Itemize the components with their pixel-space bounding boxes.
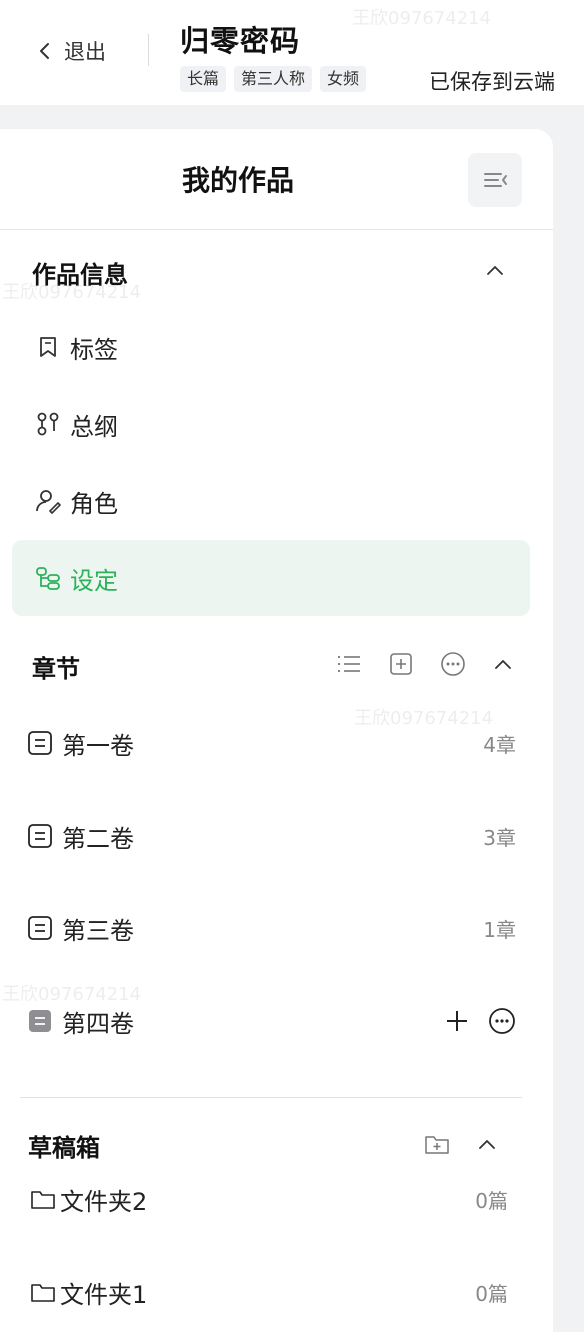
folder-name: 文件夹1 <box>60 1280 148 1309</box>
folder-add-icon <box>425 1136 449 1154</box>
more-circle-icon <box>489 1008 515 1034</box>
info-item-outline[interactable]: 总纲 <box>34 404 118 444</box>
folder-item-count: 0篇 <box>475 1281 508 1306</box>
save-status: 已保存到云端 <box>429 70 555 94</box>
chapters-more-button[interactable] <box>440 651 466 677</box>
info-item-label: 标签 <box>70 335 118 364</box>
volume-name: 第三卷 <box>62 916 134 945</box>
bookmark-icon <box>40 337 56 357</box>
list-view-button[interactable] <box>336 651 362 677</box>
volume-icon <box>26 822 54 850</box>
info-item-label: 角色 <box>70 489 118 518</box>
draft-folder-item[interactable]: 文件夹1 0篇 <box>30 1272 508 1312</box>
volume-icon <box>26 729 54 757</box>
list-icon <box>338 656 360 672</box>
info-item-label: 总纲 <box>70 412 118 441</box>
volume-icon <box>26 1007 54 1035</box>
volume-chapter-count: 1章 <box>483 917 516 942</box>
info-item-settings[interactable]: 设定 <box>12 540 530 616</box>
add-box-icon <box>390 653 412 675</box>
settings-tree-icon <box>36 567 60 590</box>
book-title: 归零密码 <box>180 24 301 58</box>
volume-item[interactable]: 第一卷 4章 <box>26 723 516 763</box>
folder-icon <box>31 1191 55 1209</box>
more-circle-icon <box>441 652 465 676</box>
folder-name: 文件夹2 <box>60 1187 148 1216</box>
info-item-tags[interactable]: 标签 <box>34 327 118 367</box>
add-folder-button[interactable] <box>424 1131 450 1157</box>
volume-icon <box>26 914 54 942</box>
folder-icon <box>31 1284 55 1302</box>
book-tags: 长篇 第三人称 女频 <box>180 66 367 92</box>
add-chapter-button[interactable] <box>444 1008 470 1034</box>
chapters-toolbar <box>336 651 514 677</box>
draft-folder-item[interactable]: 文件夹2 0篇 <box>30 1179 508 1219</box>
collapse-panel-button[interactable] <box>468 153 522 207</box>
info-item-characters[interactable]: 角色 <box>34 481 118 521</box>
add-volume-button[interactable] <box>388 651 414 677</box>
plus-icon <box>447 1011 467 1031</box>
exit-label: 退出 <box>64 40 106 64</box>
chapters-title: 章节 <box>32 655 80 683</box>
volume-name: 第一卷 <box>62 731 134 760</box>
works-panel: 我的作品 作品信息 标签 总纲 角色 设定 章节 第一卷 4章 第二卷 3章 第… <box>0 129 553 1332</box>
tag-length: 长篇 <box>180 66 227 92</box>
panel-title: 我的作品 <box>181 164 294 197</box>
volume-item[interactable]: 第二卷 3章 <box>26 816 516 856</box>
header-divider <box>148 34 149 66</box>
chevron-up-icon[interactable] <box>476 1133 498 1155</box>
volume-name: 第二卷 <box>62 824 134 853</box>
info-item-label: 设定 <box>70 566 118 595</box>
outline-icon <box>37 412 59 436</box>
panel-divider <box>0 229 553 230</box>
collapse-menu-icon <box>484 173 507 187</box>
chevron-up-icon <box>495 660 511 669</box>
tag-perspective: 第三人称 <box>234 66 313 92</box>
chevron-left-icon <box>40 43 49 59</box>
chapters-collapse-button[interactable] <box>492 653 514 675</box>
volume-name: 第四卷 <box>62 1009 134 1038</box>
tag-audience: 女频 <box>320 66 367 92</box>
user-edit-icon <box>36 490 61 514</box>
volume-chapter-count: 4章 <box>483 732 516 757</box>
top-bar: 退出 归零密码 长篇 第三人称 女频 已保存到云端 <box>0 0 584 105</box>
exit-button[interactable]: 退出 <box>36 34 106 68</box>
chevron-up-icon[interactable] <box>484 259 506 281</box>
folder-item-count: 0篇 <box>475 1188 508 1213</box>
volume-item[interactable]: 第三卷 1章 <box>26 908 516 948</box>
volume-chapter-count: 3章 <box>483 825 516 850</box>
section-divider <box>20 1097 522 1098</box>
work-info-title: 作品信息 <box>32 261 128 289</box>
volume-actions <box>444 1007 516 1035</box>
drafts-title: 草稿箱 <box>28 1134 100 1162</box>
volume-item-hovered[interactable]: 第四卷 <box>26 1001 516 1041</box>
volume-more-button[interactable] <box>488 1007 516 1035</box>
